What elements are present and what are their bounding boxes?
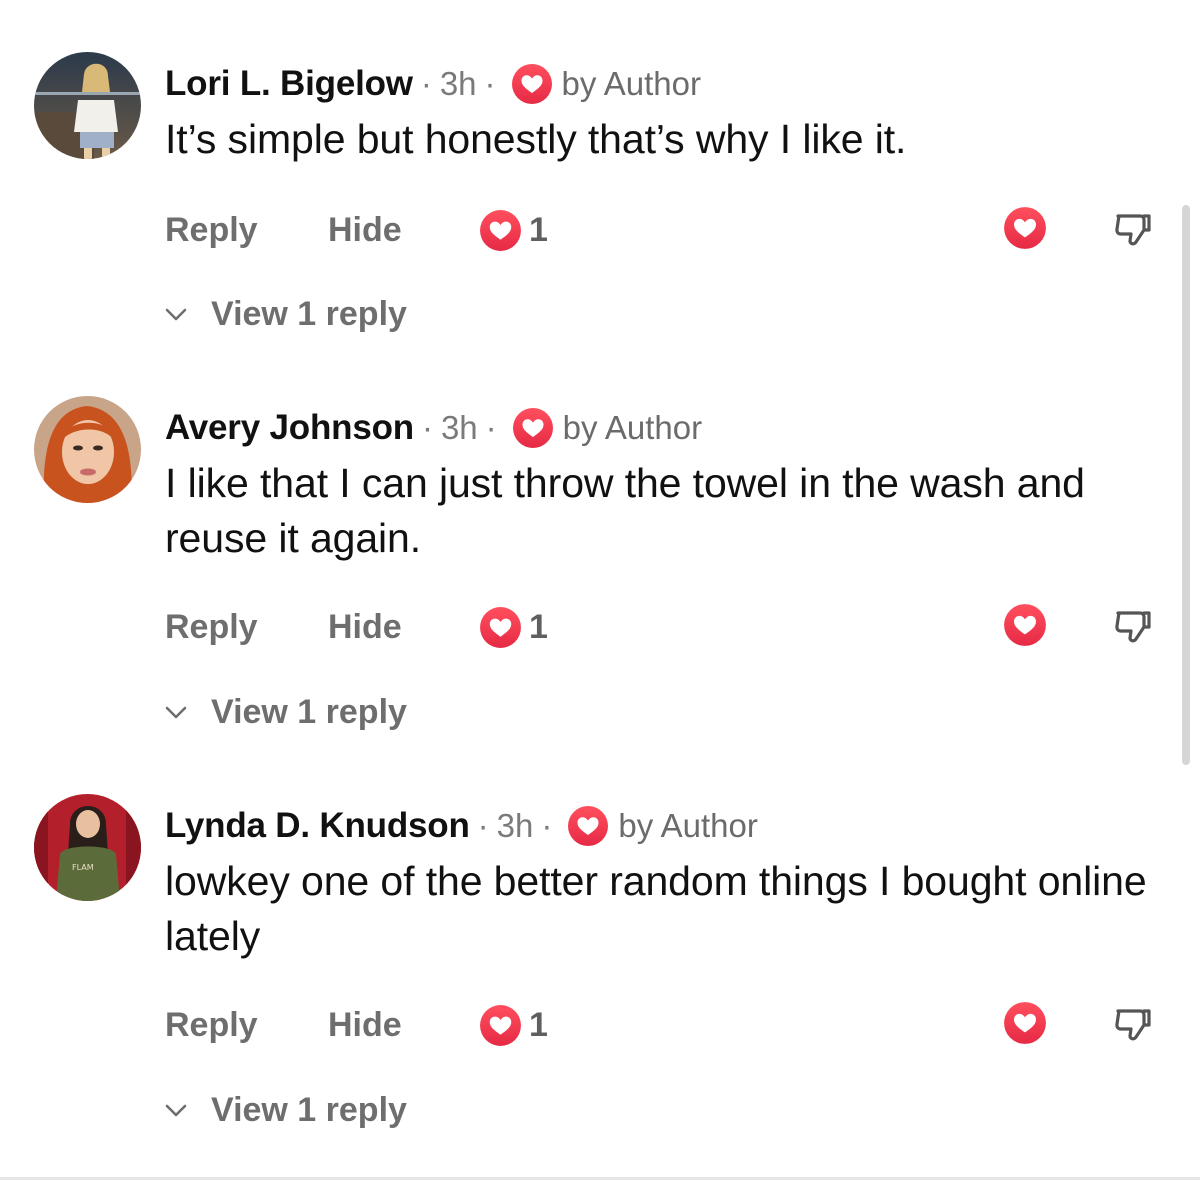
like-count-group: 1 (478, 208, 548, 253)
view-replies-label: View 1 reply (211, 1090, 407, 1129)
like-count: 1 (529, 607, 548, 646)
comment-actions: Reply Hide 1 (165, 1000, 548, 1050)
thumbs-down-icon (1115, 214, 1151, 246)
like-count: 1 (529, 210, 548, 249)
separator-dot: · (477, 807, 489, 844)
avatar[interactable]: FLAM (34, 794, 141, 901)
heart-icon (478, 208, 523, 253)
view-replies-toggle[interactable]: View 1 reply (163, 690, 407, 734)
separator-dot: · (421, 409, 433, 446)
like-count-group: 1 (478, 1003, 548, 1048)
author-liked-badge: by Author (561, 65, 701, 102)
reply-button[interactable]: Reply (165, 211, 328, 250)
view-replies-label: View 1 reply (211, 294, 407, 333)
comment-author-name[interactable]: Lori L. Bigelow (165, 64, 413, 104)
comment-meta: Avery Johnson · 3h · by Author (165, 406, 702, 450)
like-count-group: 1 (478, 605, 548, 650)
author-liked-badge: by Author (618, 807, 758, 844)
comment-text: I like that I can just throw the towel i… (165, 460, 1085, 561)
like-button[interactable] (1002, 1000, 1048, 1046)
comment-author-name[interactable]: Lynda D. Knudson (165, 806, 470, 846)
comment-timestamp: 3h (440, 409, 478, 446)
hide-button[interactable]: Hide (328, 608, 478, 647)
heart-icon (478, 1003, 523, 1048)
comment-text: lowkey one of the better random things I… (165, 858, 1147, 959)
reply-button[interactable]: Reply (165, 1006, 328, 1045)
separator-dot: · (485, 409, 497, 446)
chevron-down-icon (163, 1097, 189, 1123)
comment-timestamp: 3h (496, 807, 534, 844)
separator-dot: · (420, 65, 432, 102)
dislike-button[interactable] (1112, 1003, 1154, 1045)
author-liked-badge: by Author (562, 409, 703, 446)
avatar[interactable] (34, 52, 141, 159)
heart-icon (510, 62, 554, 106)
heart-icon (1004, 604, 1046, 646)
comment-timestamp: 3h (439, 65, 477, 102)
comment-text: It’s simple but honestly that’s why I li… (165, 116, 907, 162)
view-replies-toggle[interactable]: View 1 reply (163, 292, 407, 336)
heart-icon (478, 605, 523, 650)
comment-actions: Reply Hide 1 (165, 205, 548, 255)
comment-meta: Lynda D. Knudson · 3h · by Author (165, 804, 758, 848)
thumbs-down-icon (1115, 611, 1151, 643)
heart-icon (511, 406, 555, 450)
comment-author-name[interactable]: Avery Johnson (165, 408, 414, 448)
avatar[interactable] (34, 396, 141, 503)
like-button[interactable] (1002, 602, 1048, 648)
chevron-down-icon (163, 301, 189, 327)
separator-dot: · (541, 807, 553, 844)
divider (0, 1177, 1200, 1180)
hide-button[interactable]: Hide (328, 211, 478, 250)
dislike-button[interactable] (1112, 208, 1154, 250)
separator-dot: · (484, 65, 496, 102)
scrollbar[interactable] (1182, 205, 1190, 765)
view-replies-toggle[interactable]: View 1 reply (163, 1088, 407, 1132)
like-count: 1 (529, 1005, 548, 1044)
comment-actions: Reply Hide 1 (165, 602, 548, 652)
hide-button[interactable]: Hide (328, 1006, 478, 1045)
thumbs-down-icon (1115, 1009, 1151, 1041)
view-replies-label: View 1 reply (211, 692, 407, 731)
chevron-down-icon (163, 699, 189, 725)
comment-meta: Lori L. Bigelow · 3h · by Author (165, 62, 701, 106)
avatar-shirt-text: FLAM (72, 863, 94, 872)
reply-button[interactable]: Reply (165, 608, 328, 647)
heart-icon (1004, 1002, 1046, 1044)
heart-icon (1004, 207, 1046, 249)
dislike-button[interactable] (1112, 605, 1154, 647)
like-button[interactable] (1002, 205, 1048, 251)
heart-icon (566, 804, 610, 848)
